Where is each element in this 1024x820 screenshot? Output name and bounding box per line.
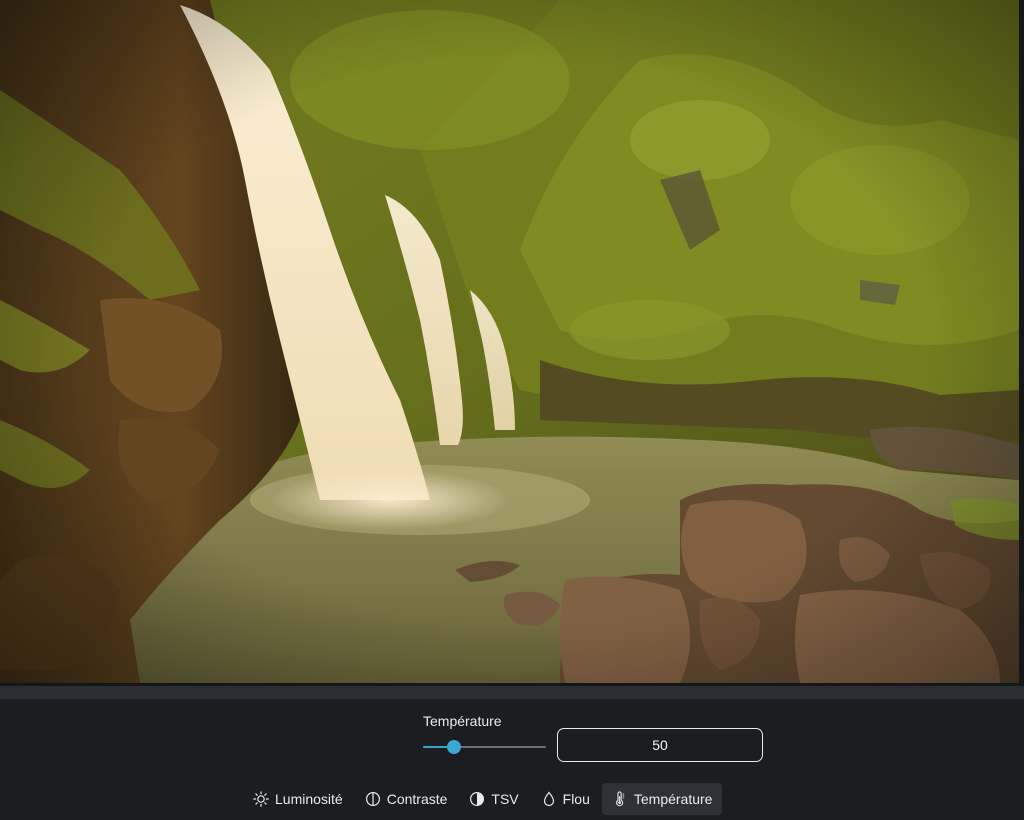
tool-label: Luminosité (275, 791, 343, 807)
tool-contraste[interactable]: Contraste (355, 783, 458, 815)
droplet-icon (541, 791, 557, 807)
thermometer-icon (612, 791, 628, 807)
sun-icon (253, 791, 269, 807)
adjustment-toolbar: Luminosité Contraste TSV Flou Températur… (243, 783, 723, 815)
panel-divider (0, 686, 1024, 699)
tool-flou[interactable]: Flou (531, 783, 600, 815)
temperature-slider[interactable] (423, 739, 546, 755)
tool-label: Température (633, 791, 713, 807)
adjustment-panel: Température 50 Luminosité Contraste TSV … (0, 699, 1024, 820)
tool-luminosite[interactable]: Luminosité (243, 783, 353, 815)
tool-label: Flou (562, 791, 590, 807)
tool-label: TSV (491, 791, 519, 807)
temperature-value-input[interactable] (557, 728, 763, 762)
tool-tsv[interactable]: TSV (459, 783, 528, 815)
half-circle-icon (469, 791, 485, 807)
tool-temperature[interactable]: Température (601, 783, 723, 815)
canvas-area (0, 0, 1024, 686)
slider-thumb[interactable] (446, 740, 461, 754)
tool-label: Contraste (386, 791, 448, 807)
contrast-icon (365, 791, 381, 807)
photo-preview (0, 0, 1019, 683)
slider-label: Température (423, 713, 502, 729)
photo-editor: Température 50 Luminosité Contraste TSV … (0, 0, 1024, 820)
